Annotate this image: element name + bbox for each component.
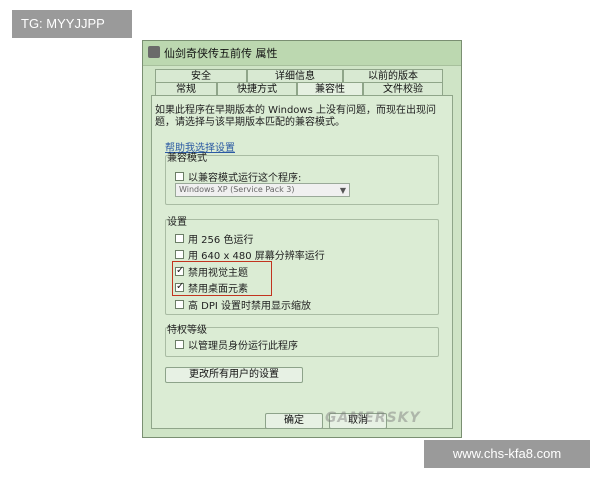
compat-description: 如果此程序在早期版本的 Windows 上没有问题，而现在出现问题，请选择与该早…: [155, 105, 436, 128]
compat-mode-checkbox[interactable]: [175, 172, 184, 181]
tab-security[interactable]: 安全: [155, 69, 247, 83]
settings-title: 设置: [167, 217, 187, 228]
ok-button[interactable]: 确定: [265, 413, 323, 429]
tab-file-verify[interactable]: 文件校验: [363, 82, 443, 96]
window-title: 仙剑奇侠传五前传 属性: [164, 47, 278, 60]
setting-row-256-color[interactable]: 用 256 色运行: [175, 231, 253, 246]
app-icon: [148, 46, 160, 58]
setting-label: 高 DPI 设置时禁用显示缩放: [188, 301, 312, 312]
tab-shortcut[interactable]: 快捷方式: [217, 82, 297, 96]
privilege-title: 特权等级: [167, 325, 207, 336]
change-all-users-button[interactable]: 更改所有用户的设置: [165, 367, 303, 383]
setting-label: 用 256 色运行: [188, 235, 254, 246]
setting-row-disable-dpi-scaling[interactable]: 高 DPI 设置时禁用显示缩放: [175, 297, 311, 312]
compat-mode-select-value: Windows XP (Service Pack 3): [179, 185, 295, 194]
setting-checkbox-640x480[interactable]: [175, 250, 184, 259]
run-as-admin-checkbox[interactable]: [175, 340, 184, 349]
bottom-watermark-tag: www.chs-kfa8.com: [424, 440, 590, 468]
run-as-admin-label: 以管理员身份运行此程序: [188, 341, 298, 352]
compat-mode-row[interactable]: 以兼容模式运行这个程序:: [175, 169, 301, 184]
run-as-admin-row[interactable]: 以管理员身份运行此程序: [175, 337, 298, 352]
setting-checkbox-disable-dpi-scaling[interactable]: [175, 300, 184, 309]
compat-mode-select[interactable]: Windows XP (Service Pack 3) ▼: [175, 183, 350, 197]
top-watermark-tag: TG: MYYJJPP: [12, 10, 132, 38]
setting-checkbox-256-color[interactable]: [175, 234, 184, 243]
title-bar: 仙剑奇侠传五前传 属性: [143, 41, 461, 66]
tab-general[interactable]: 常规: [155, 82, 217, 96]
setting-label: 用 640 x 480 屏幕分辨率运行: [188, 251, 325, 262]
gamersky-watermark: GAMERSKY: [325, 410, 421, 426]
tab-details[interactable]: 详细信息: [247, 69, 343, 83]
compat-mode-label: 以兼容模式运行这个程序:: [188, 173, 302, 184]
compat-mode-title: 兼容模式: [167, 153, 207, 164]
tab-compatibility[interactable]: 兼容性: [297, 82, 363, 96]
tab-previous-versions[interactable]: 以前的版本: [343, 69, 443, 83]
setting-row-640x480[interactable]: 用 640 x 480 屏幕分辨率运行: [175, 247, 325, 262]
properties-window: 仙剑奇侠传五前传 属性 安全 详细信息 以前的版本 常规 快捷方式 兼容性 文件…: [142, 40, 462, 438]
highlight-box: [172, 261, 272, 296]
chevron-down-icon: ▼: [339, 186, 346, 195]
